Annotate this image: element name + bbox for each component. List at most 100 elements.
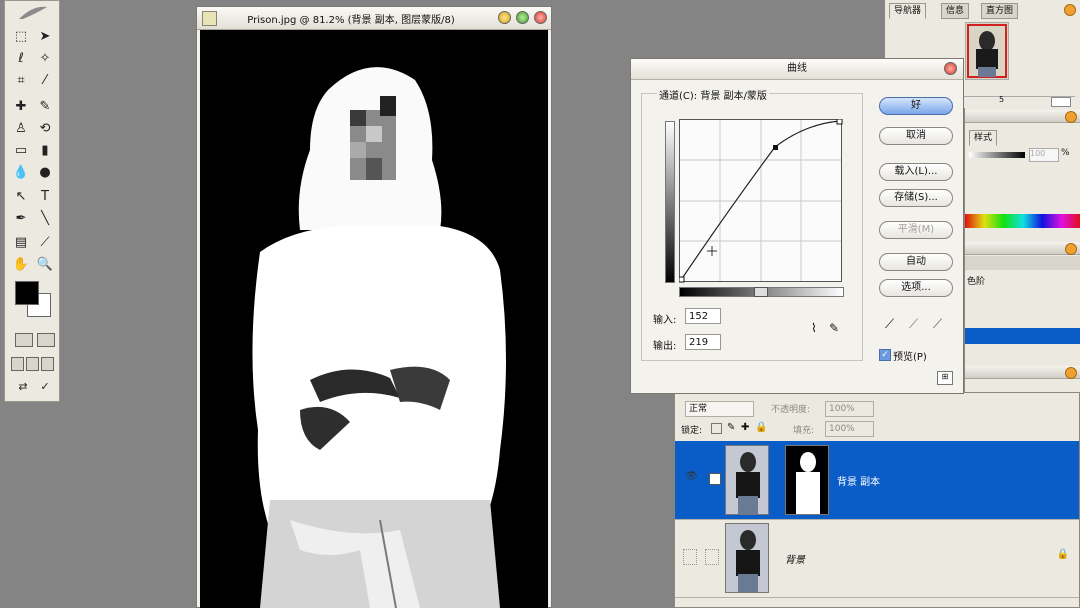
opacity-slider[interactable] xyxy=(969,152,1025,158)
layer-row-background[interactable]: 背景 🔒 xyxy=(675,519,1079,598)
canvas-mask-image[interactable] xyxy=(200,30,548,608)
hand-tool-icon[interactable]: ✋ xyxy=(11,255,31,275)
marquee-tool-icon[interactable]: ⬚ xyxy=(11,27,31,47)
tab-navigator[interactable]: 导航器 xyxy=(889,3,927,19)
tab-info[interactable]: 信息 xyxy=(941,3,970,19)
curve-point xyxy=(773,145,778,150)
tab-histogram[interactable]: 直方图 xyxy=(981,3,1019,19)
blur-tool-icon[interactable]: 💧 xyxy=(11,163,31,183)
channel-label[interactable]: 通道(C): 背景 副本/蒙版 xyxy=(657,87,769,102)
tab-styles[interactable]: 样式 xyxy=(969,130,998,146)
magic-wand-tool-icon[interactable]: ✧ xyxy=(35,49,55,69)
output-field[interactable]: 219 xyxy=(685,334,721,350)
color-ramp[interactable] xyxy=(965,214,1080,228)
preview-checkbox[interactable]: ✓ xyxy=(879,349,891,361)
screen-mode-full-menu-button[interactable] xyxy=(26,357,39,371)
input-field[interactable]: 152 xyxy=(685,308,721,324)
zoom-tool-icon[interactable]: 🔍 xyxy=(35,255,55,275)
smooth-button[interactable]: 平滑(M) xyxy=(879,221,953,239)
gradient-tool-icon[interactable]: ▮ xyxy=(35,141,55,161)
input-label: 输入: xyxy=(653,315,677,326)
layer-name[interactable]: 背景 副本 xyxy=(837,473,880,488)
options-button[interactable]: 选项... xyxy=(879,279,953,297)
stamp-tool-icon[interactable]: ♙ xyxy=(11,119,31,139)
lock-transparent-checkbox[interactable] xyxy=(711,423,722,434)
gray-eyedropper-icon[interactable]: ⟋ xyxy=(909,317,918,332)
save-button[interactable]: 存储(S)... xyxy=(879,189,953,207)
lasso-tool-icon[interactable]: ℓ xyxy=(11,49,31,69)
dodge-tool-icon[interactable]: ● xyxy=(35,163,55,183)
move-tool-icon[interactable]: ➤ xyxy=(35,27,55,47)
panel-menu-button[interactable] xyxy=(1064,4,1076,16)
history-brush-tool-icon[interactable]: ⟲ xyxy=(35,119,55,139)
visibility-toggle[interactable] xyxy=(683,549,697,565)
edit-in-imageready-icon[interactable]: ✓ xyxy=(35,377,55,397)
output-gradient-bar xyxy=(665,121,675,283)
quick-mask-button[interactable] xyxy=(37,333,55,347)
document-titlebar[interactable]: Prison.jpg @ 81.2% (背景 副本, 图层蒙版/8) xyxy=(197,7,551,30)
type-tool-icon[interactable]: T xyxy=(35,187,55,207)
curves-dialog-titlebar[interactable]: 曲线 xyxy=(631,59,963,80)
foreground-color-swatch[interactable] xyxy=(15,281,39,305)
curves-graph[interactable] xyxy=(679,119,843,283)
color-panel-menu-button[interactable] xyxy=(1065,111,1077,123)
adjustments-panel: 色阶 xyxy=(964,242,1080,362)
curves-close-button[interactable] xyxy=(944,62,957,75)
navigator-thumbnail[interactable] xyxy=(965,22,1009,80)
brush-tool-icon[interactable]: ✎ xyxy=(35,97,55,117)
navigator-preview-image xyxy=(966,23,1008,79)
lock-position-icon[interactable]: ✚ xyxy=(741,422,749,433)
document-title: Prison.jpg @ 81.2% (背景 副本, 图层蒙版/8) xyxy=(247,15,455,26)
adjustments-item-levels[interactable]: 色阶 xyxy=(967,274,985,287)
output-label: 输出: xyxy=(653,341,677,352)
layer-link-toggle[interactable] xyxy=(705,549,719,565)
auto-button[interactable]: 自动 xyxy=(879,253,953,271)
expand-dialog-icon[interactable]: ⊞ xyxy=(937,371,953,385)
zoom-in-button[interactable] xyxy=(1051,97,1071,107)
layer-mask-image xyxy=(796,452,820,514)
pencil-tool-icon[interactable]: ✎ xyxy=(829,321,839,335)
line-tool-icon[interactable]: ╲ xyxy=(35,209,55,229)
zoom-value: 5 xyxy=(999,95,1005,104)
eyedropper-tool-icon[interactable]: ⟋ xyxy=(35,233,55,253)
curve-tool-icon[interactable]: ⌇ xyxy=(811,321,817,335)
black-eyedropper-icon[interactable]: ⟋ xyxy=(885,317,894,332)
gradient-toggle-button[interactable] xyxy=(754,287,768,297)
screen-mode-full-button[interactable] xyxy=(41,357,54,371)
adjustments-item-selected[interactable] xyxy=(965,328,1080,344)
white-eyedropper-icon[interactable]: ⟋ xyxy=(933,317,942,332)
curves-dialog-title: 曲线 xyxy=(787,63,807,74)
layer-name[interactable]: 背景 xyxy=(785,551,805,566)
healing-brush-tool-icon[interactable]: ✚ xyxy=(11,97,31,117)
layer-opacity-field[interactable]: 100% xyxy=(825,401,874,417)
adjustments-panel-menu-button[interactable] xyxy=(1065,243,1077,255)
ok-button[interactable]: 好 xyxy=(879,97,953,115)
slice-tool-icon[interactable]: ⁄ xyxy=(35,71,55,91)
path-selection-tool-icon[interactable]: ↖ xyxy=(11,187,31,207)
lock-pixels-icon[interactable]: ✎ xyxy=(727,422,735,433)
preview-label[interactable]: 预览(P) xyxy=(893,348,927,363)
visibility-eye-icon[interactable]: 👁 xyxy=(685,471,698,482)
minimize-button[interactable] xyxy=(498,11,511,24)
layer-mask-thumbnail[interactable] xyxy=(785,445,829,515)
lock-all-icon[interactable]: 🔒 xyxy=(755,422,767,433)
cancel-button[interactable]: 取消 xyxy=(879,127,953,145)
blend-mode-select[interactable]: 正常 xyxy=(685,401,754,417)
notes-tool-icon[interactable]: ▤ xyxy=(11,233,31,253)
history-panel-menu-button[interactable] xyxy=(1065,367,1077,379)
standard-mode-button[interactable] xyxy=(15,333,33,347)
layer-row-background-copy[interactable]: 👁 背景 副本 xyxy=(675,441,1079,520)
layer-fill-field[interactable]: 100% xyxy=(825,421,874,437)
close-button[interactable] xyxy=(534,11,547,24)
load-button[interactable]: 载入(L)... xyxy=(879,163,953,181)
screen-mode-standard-button[interactable] xyxy=(11,357,24,371)
eraser-tool-icon[interactable]: ▭ xyxy=(11,141,31,161)
pen-tool-icon[interactable]: ✒ xyxy=(11,209,31,229)
zoom-button[interactable] xyxy=(516,11,529,24)
crop-tool-icon[interactable]: ⌗ xyxy=(11,71,31,91)
feather-logo-icon xyxy=(19,6,47,19)
curve-endpoint-bottom xyxy=(679,276,685,283)
layer-link-icon[interactable] xyxy=(709,473,721,485)
opacity-value[interactable]: 100 xyxy=(1029,148,1059,162)
jump-to-imageready-icon[interactable]: ⇄ xyxy=(13,377,33,397)
